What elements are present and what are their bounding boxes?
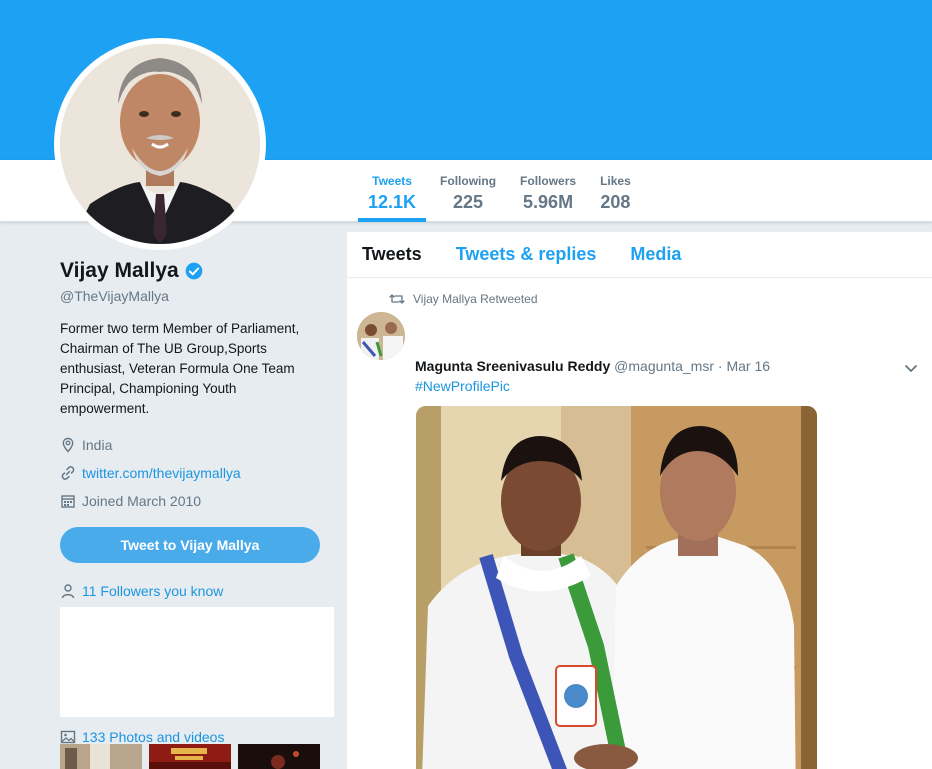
chevron-down-icon[interactable]	[903, 360, 919, 376]
profile-sidebar: Vijay Mallya @TheVijayMallya Former two …	[60, 256, 334, 747]
followers-you-know-label: 11 Followers you know	[82, 583, 224, 599]
stat-value: 5.96M	[523, 192, 574, 212]
name-row: Vijay Mallya	[60, 256, 334, 286]
stat-followers[interactable]: Followers 5.96M	[508, 160, 588, 222]
tab-tweets-replies[interactable]: Tweets & replies	[456, 244, 597, 265]
stat-label: Tweets	[372, 174, 412, 188]
tab-tweets[interactable]: Tweets	[362, 244, 422, 265]
stat-likes[interactable]: Likes 208	[588, 160, 643, 222]
tweet-author-avatar[interactable]	[357, 312, 405, 360]
location-pin-icon	[62, 437, 74, 453]
stat-label: Likes	[600, 174, 631, 188]
profile-website-link[interactable]: twitter.com/thevijaymallya	[82, 465, 241, 481]
retweet-icon	[389, 294, 405, 304]
followers-you-know-link[interactable]: 11 Followers you know	[60, 581, 334, 601]
tweet-author-handle[interactable]: @magunta_msr	[614, 358, 714, 374]
followers-you-know-panel	[60, 607, 334, 717]
tweet-hashtag[interactable]: #NewProfilePic	[415, 378, 510, 394]
timeline-tabs: Tweets Tweets & replies Media	[347, 232, 932, 278]
tweet-author-name[interactable]: Magunta Sreenivasulu Reddy	[415, 358, 610, 374]
tweet-media-photo[interactable]	[416, 406, 817, 769]
profile-bio: Former two term Member of Parliament, Ch…	[60, 321, 300, 416]
stat-label: Following	[440, 174, 497, 188]
tweet-header: Magunta Sreenivasulu Reddy @magunta_msr …	[415, 357, 770, 375]
stat-following[interactable]: Following 225	[428, 160, 508, 222]
profile-photo	[60, 44, 260, 244]
timeline-panel: Tweets Tweets & replies Media Vijay Mall…	[347, 232, 932, 769]
tweet-photo-image	[416, 406, 817, 769]
photos-videos-label: 133 Photos and videos	[82, 729, 225, 745]
stat-value: 12.1K	[368, 192, 417, 212]
joined-row: Joined March 2010	[60, 487, 334, 515]
stat-label: Followers	[520, 174, 577, 188]
calendar-icon	[61, 495, 75, 508]
tweet-item[interactable]: Vijay Mallya Retweeted Magunta Sreenivas…	[347, 278, 932, 769]
photo-thumbnail[interactable]	[238, 744, 320, 769]
photo-thumbnail[interactable]	[60, 744, 142, 769]
profile-name[interactable]: Vijay Mallya	[60, 256, 179, 286]
website-row: twitter.com/thevijaymallya	[60, 459, 334, 487]
tweet-separator: ·	[717, 358, 723, 374]
stat-value: 208	[600, 192, 631, 212]
retweet-context: Vijay Mallya Retweeted	[389, 292, 538, 306]
profile-joined: Joined March 2010	[82, 493, 202, 509]
photo-thumbnails	[60, 744, 327, 769]
profile-avatar[interactable]	[60, 44, 260, 244]
stat-tweets[interactable]: Tweets 12.1K	[356, 160, 428, 222]
tweet-date[interactable]: Mar 16	[726, 358, 770, 374]
verified-badge-icon	[185, 262, 203, 280]
profile-stats: Tweets 12.1K Following 225 Followers 5.9…	[356, 160, 643, 222]
tab-media[interactable]: Media	[630, 244, 681, 265]
retweet-label[interactable]: Vijay Mallya Retweeted	[413, 292, 538, 306]
photo-thumbnail[interactable]	[149, 744, 231, 769]
tweet-to-button[interactable]: Tweet to Vijay Mallya	[60, 527, 320, 563]
profile-handle[interactable]: @TheVijayMallya	[60, 287, 334, 305]
profile-meta: India twitter.com/thevijaymallya Joined …	[60, 431, 334, 515]
photo-icon	[60, 730, 76, 744]
link-icon	[61, 466, 75, 480]
profile-location: India	[82, 437, 113, 453]
person-icon	[61, 584, 75, 599]
location-row: India	[60, 431, 334, 459]
stat-value: 225	[453, 192, 484, 212]
